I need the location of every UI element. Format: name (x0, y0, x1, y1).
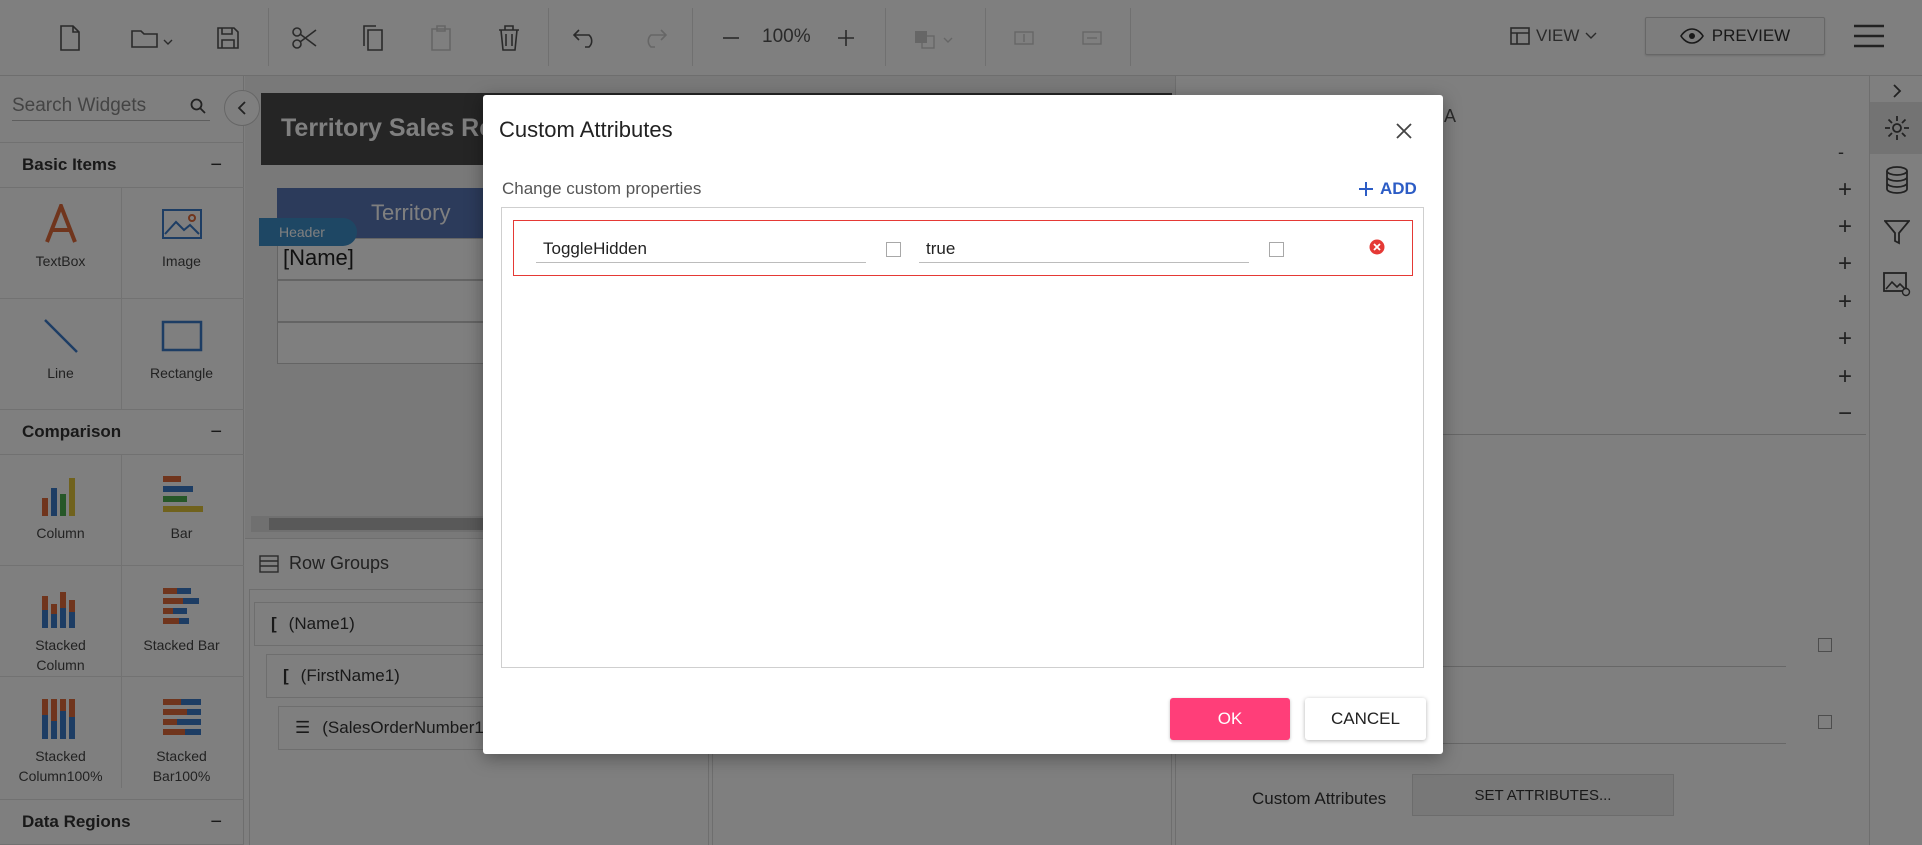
attributes-list: ToggleHidden true (501, 207, 1424, 668)
attribute-name-input[interactable]: ToggleHidden (536, 235, 866, 263)
dialog-title: Custom Attributes (499, 117, 673, 142)
delete-attribute-icon[interactable] (1369, 239, 1385, 255)
ok-button[interactable]: OK (1170, 698, 1290, 740)
plus-icon (1359, 182, 1373, 196)
dialog-subtitle: Change custom properties (502, 179, 702, 198)
attribute-value-input[interactable]: true (919, 235, 1249, 263)
add-attribute-button[interactable]: ADD (1358, 179, 1417, 199)
attribute-row: ToggleHidden true (513, 220, 1413, 276)
cancel-button[interactable]: CANCEL (1305, 698, 1426, 740)
value-expression-checkbox[interactable] (1269, 242, 1284, 257)
add-label: ADD (1380, 179, 1417, 198)
close-icon[interactable] (1392, 119, 1416, 143)
name-expression-checkbox[interactable] (886, 242, 901, 257)
custom-attributes-dialog: Custom Attributes Change custom properti… (483, 95, 1443, 754)
